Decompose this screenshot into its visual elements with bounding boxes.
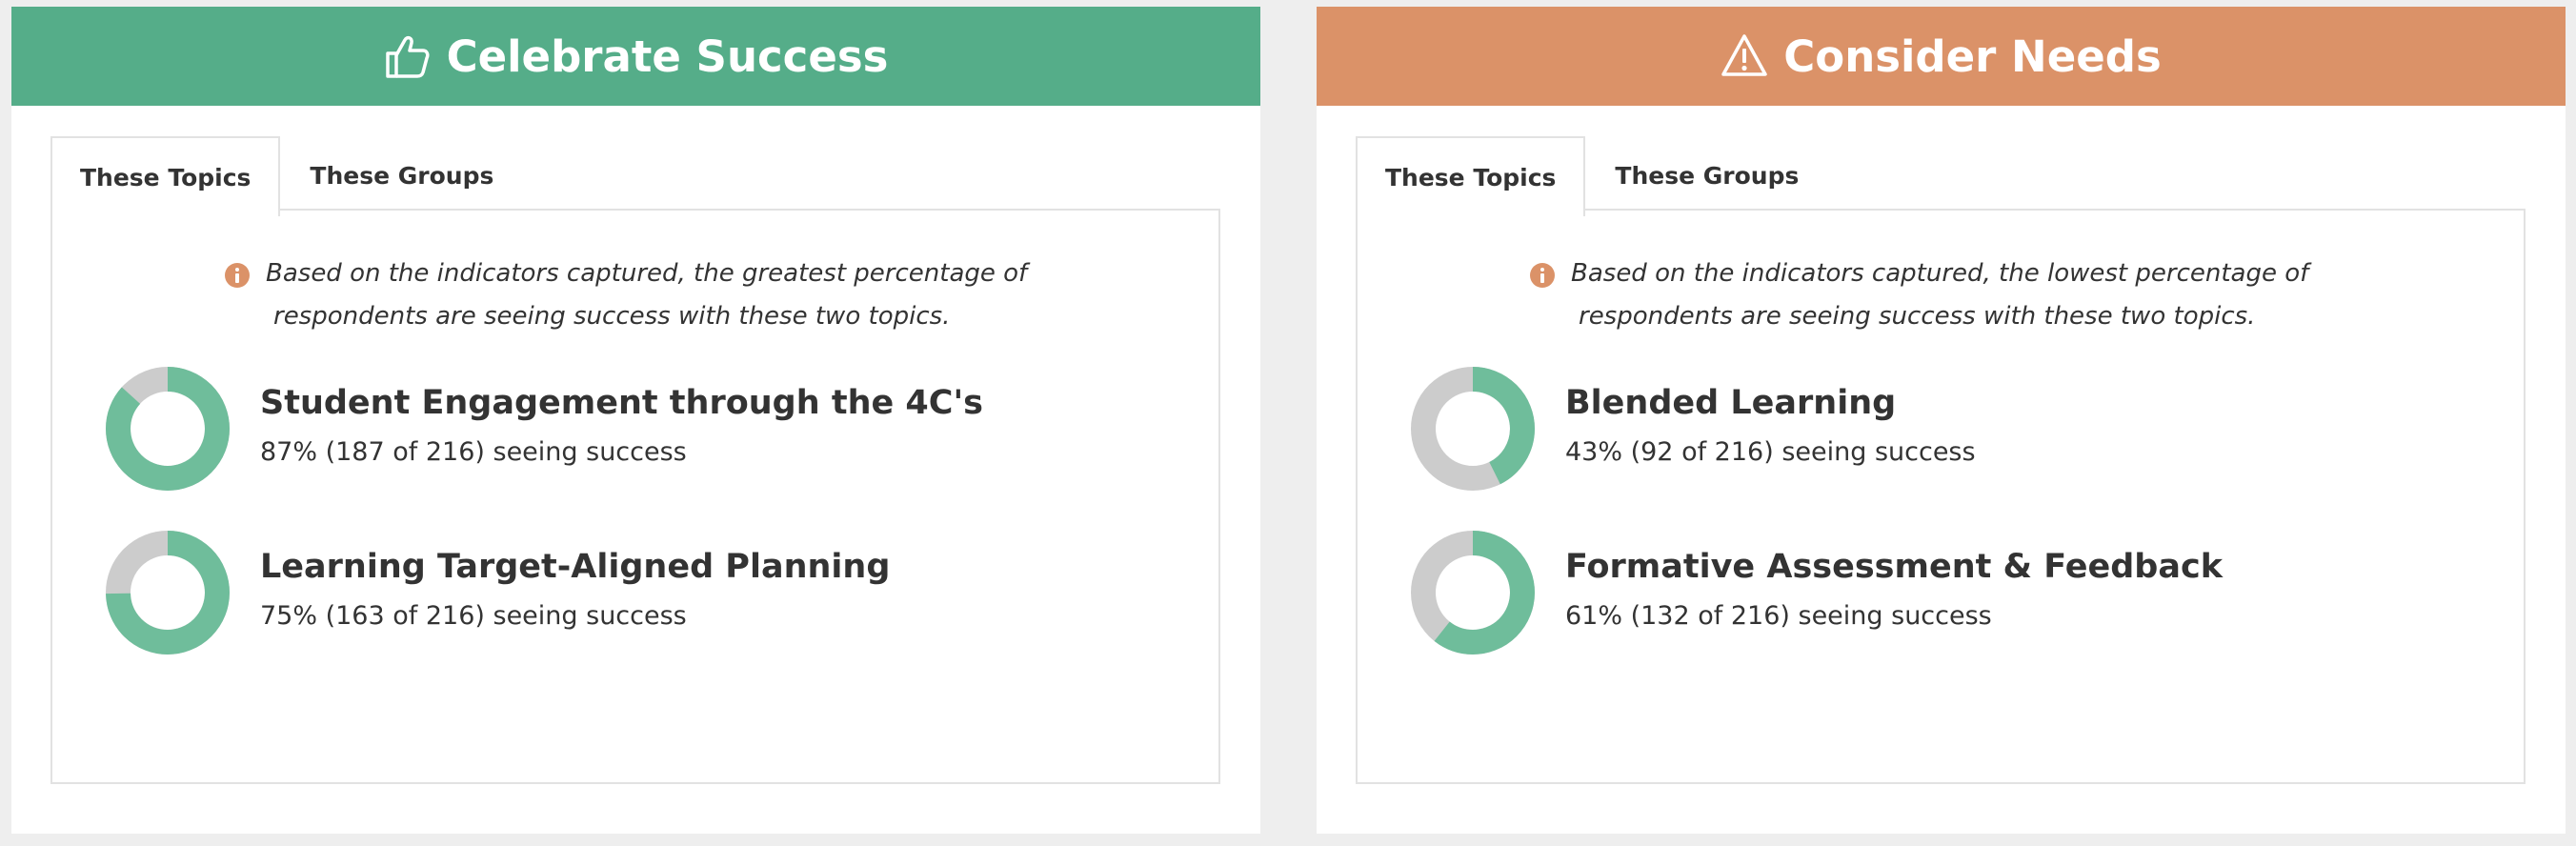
warning-triangle-icon	[1721, 32, 1768, 80]
tab-these-groups[interactable]: These Groups	[280, 136, 523, 214]
topic-stat: 87% (187 of 216) seeing success	[260, 437, 687, 467]
info-icon	[1530, 263, 1555, 288]
info-note-line2: respondents are seeing success with thes…	[273, 302, 951, 331]
info-note-line1: Based on the indicators captured, the gr…	[266, 259, 1028, 288]
tab-these-topics[interactable]: These Topics	[1356, 136, 1586, 216]
success-donut-chart	[1411, 531, 1535, 655]
topic-item: Formative Assessment & Feedback 61% (132…	[1411, 531, 2459, 655]
topic-title: Learning Target-Aligned Planning	[260, 548, 891, 586]
info-icon	[225, 263, 250, 288]
tab-content: Based on the indicators captured, the gr…	[50, 209, 1220, 784]
topic-stat: 43% (92 of 216) seeing success	[1565, 437, 1976, 467]
tab-bar: These Topics These Groups	[1356, 136, 1828, 216]
success-donut-chart	[1411, 367, 1535, 491]
topic-item: Blended Learning 43% (92 of 216) seeing …	[1411, 367, 2459, 491]
tab-these-groups[interactable]: These Groups	[1585, 136, 1828, 214]
thumbs-up-icon	[384, 32, 432, 80]
info-note-line1: Based on the indicators captured, the lo…	[1571, 259, 2309, 288]
topic-stat: 61% (132 of 216) seeing success	[1565, 601, 1992, 631]
celebrate-success-panel: Celebrate Success These Topics These Gro…	[11, 7, 1260, 834]
info-note: Based on the indicators captured, the gr…	[225, 252, 1047, 338]
tab-these-topics[interactable]: These Topics	[50, 136, 281, 216]
info-note-line2: respondents are seeing success with thes…	[1579, 302, 2256, 331]
topic-title: Student Engagement through the 4C's	[260, 384, 983, 422]
topic-title: Blended Learning	[1565, 384, 1897, 422]
panel-title: Celebrate Success	[446, 30, 889, 82]
topic-item: Learning Target-Aligned Planning 75% (16…	[106, 531, 1154, 655]
panel-header: Celebrate Success	[11, 7, 1260, 106]
tab-content: Based on the indicators captured, the lo…	[1356, 209, 2526, 784]
topic-item: Student Engagement through the 4C's 87% …	[106, 367, 1154, 491]
consider-needs-panel: Consider Needs These Topics These Groups…	[1317, 7, 2566, 834]
info-note: Based on the indicators captured, the lo…	[1530, 252, 2352, 338]
success-donut-chart	[106, 531, 230, 655]
tab-bar: These Topics These Groups	[50, 136, 523, 216]
panel-title: Consider Needs	[1783, 30, 2162, 82]
topic-title: Formative Assessment & Feedback	[1565, 548, 2223, 586]
panel-header: Consider Needs	[1317, 7, 2566, 106]
success-donut-chart	[106, 367, 230, 491]
topic-stat: 75% (163 of 216) seeing success	[260, 601, 687, 631]
